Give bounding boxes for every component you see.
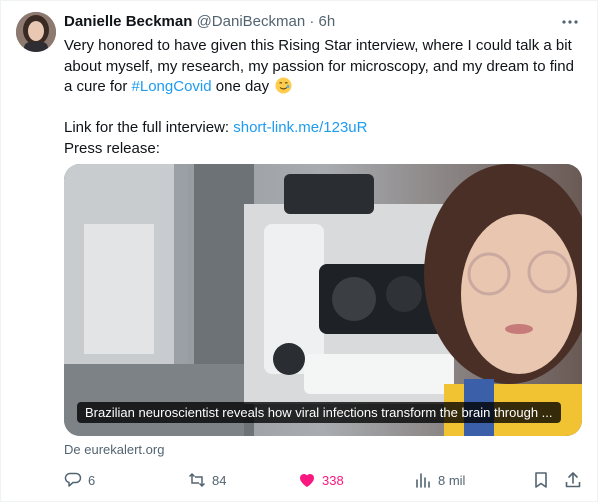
text-end: one day xyxy=(211,78,270,95)
bookmark-button[interactable] xyxy=(532,468,556,492)
link-label: Link for the full interview: xyxy=(64,119,234,136)
more-button[interactable] xyxy=(558,10,582,34)
card-caption: Brazilian neuroscientist reveals how vir… xyxy=(77,402,561,423)
action-bar: 6 84 338 8 mil xyxy=(64,468,584,492)
smiling-tear-emoji xyxy=(275,77,292,94)
repost-count: 84 xyxy=(212,472,227,488)
heart-icon xyxy=(300,474,314,487)
views-count: 8 mil xyxy=(438,472,466,488)
avatar[interactable] xyxy=(16,12,56,52)
like-count: 338 xyxy=(322,472,344,488)
card-source[interactable]: De eurekalert.org xyxy=(64,442,164,458)
separator: · xyxy=(309,13,315,30)
press-release-label: Press release: xyxy=(64,139,160,157)
handle[interactable]: @DaniBeckman xyxy=(197,13,306,30)
repost-icon xyxy=(188,472,206,488)
display-name[interactable]: Danielle Beckman xyxy=(64,13,192,30)
timestamp[interactable]: 6h xyxy=(319,13,336,30)
like-button[interactable]: 338 xyxy=(298,468,344,492)
link-card[interactable]: Brazilian neuroscientist reveals how vir… xyxy=(64,164,582,436)
tweet-header: Danielle Beckman @DaniBeckman · 6h xyxy=(64,12,582,32)
views-icon xyxy=(416,473,430,488)
share-icon xyxy=(565,472,581,488)
bookmark-icon xyxy=(535,472,547,488)
tweet-link-line: Link for the full interview: short-link.… xyxy=(64,118,584,139)
reply-count: 6 xyxy=(88,472,96,488)
card-image xyxy=(64,164,582,436)
interview-link[interactable]: short-link.me/123uR xyxy=(233,119,367,136)
more-icon xyxy=(562,20,578,24)
reply-icon xyxy=(64,472,82,487)
tweet-text: Very honored to have given this Rising S… xyxy=(64,36,584,159)
reply-button[interactable]: 6 xyxy=(64,468,95,492)
repost-button[interactable]: 84 xyxy=(188,468,226,492)
views-button[interactable]: 8 mil xyxy=(414,468,465,492)
share-button[interactable] xyxy=(564,468,588,492)
tweet-paragraph: Very honored to have given this Rising S… xyxy=(64,36,584,98)
hashtag-link[interactable]: #LongCovid xyxy=(132,78,212,95)
